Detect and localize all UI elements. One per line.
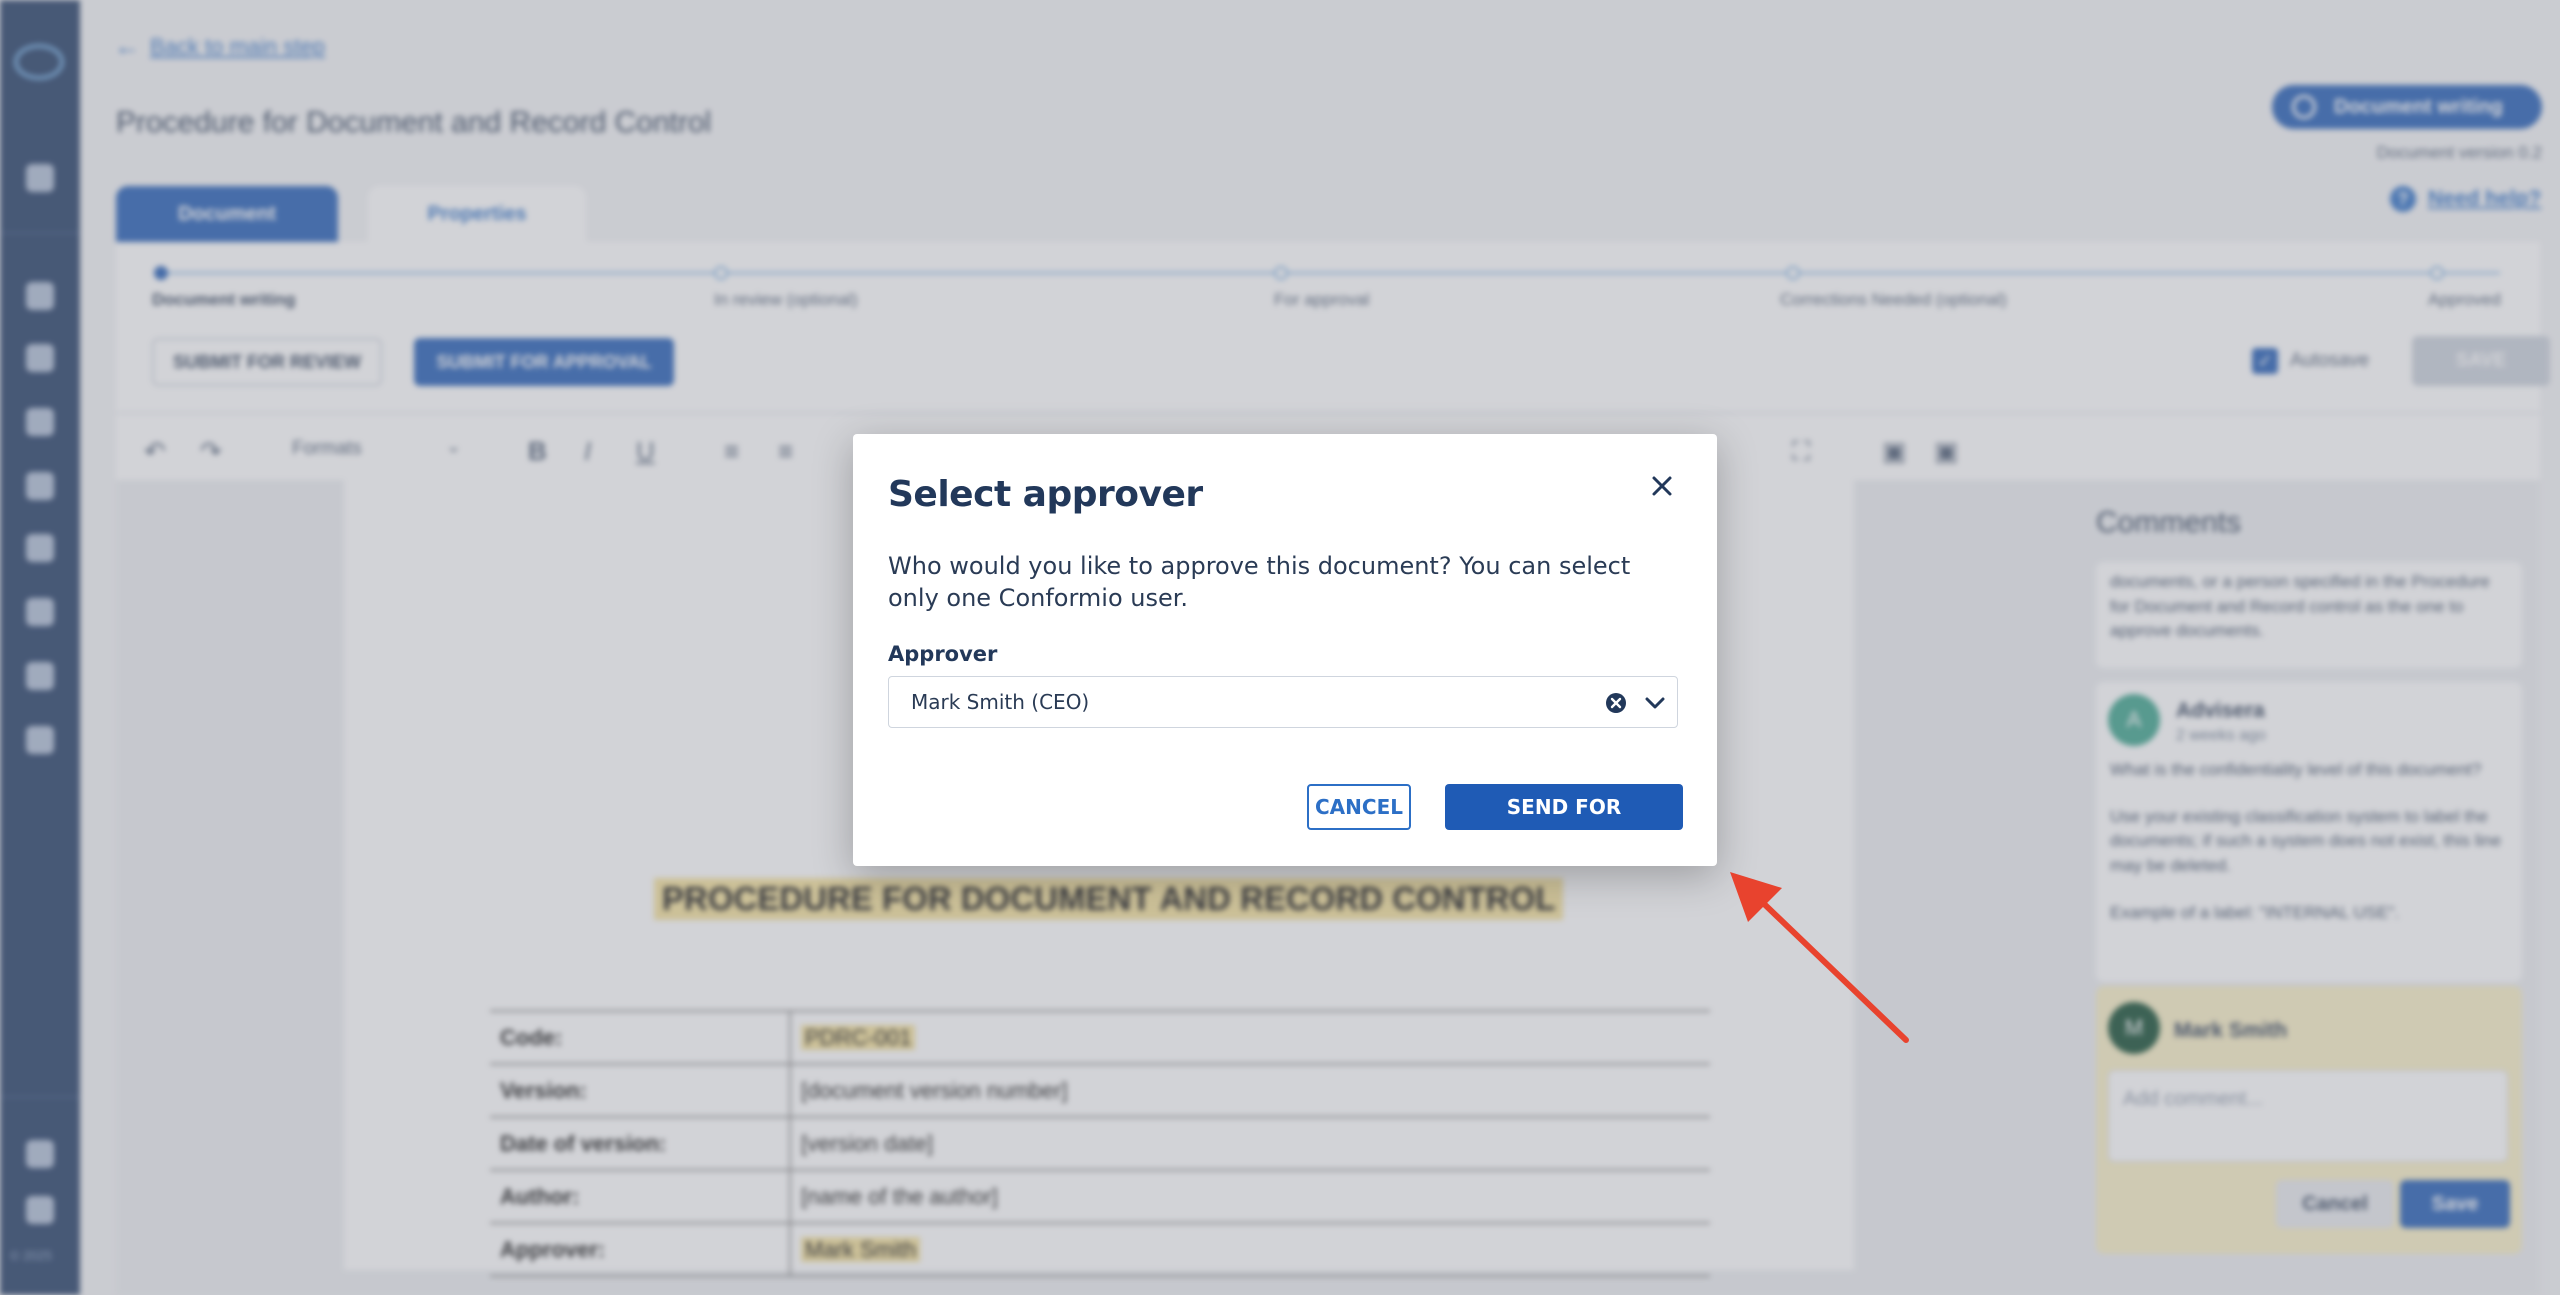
annotation-arrow-icon [1730, 872, 1909, 1043]
chevron-down-icon[interactable] [1643, 692, 1667, 714]
approver-selected-value: Mark Smith (CEO) [911, 690, 1090, 714]
close-icon [1652, 476, 1672, 496]
select-approver-dialog: Select approver Who would you like to ap… [853, 434, 1717, 866]
dialog-title: Select approver [888, 474, 1203, 515]
cancel-button[interactable]: CANCEL [1307, 784, 1411, 830]
approver-select[interactable]: Mark Smith (CEO) [888, 676, 1678, 728]
dialog-description: Who would you like to approve this docum… [888, 552, 1631, 612]
close-button[interactable] [1642, 466, 1682, 506]
clear-icon[interactable] [1605, 692, 1627, 714]
approver-label: Approver [888, 642, 998, 666]
send-for-approval-button[interactable]: SEND FOR APPROVAL [1445, 784, 1683, 865]
